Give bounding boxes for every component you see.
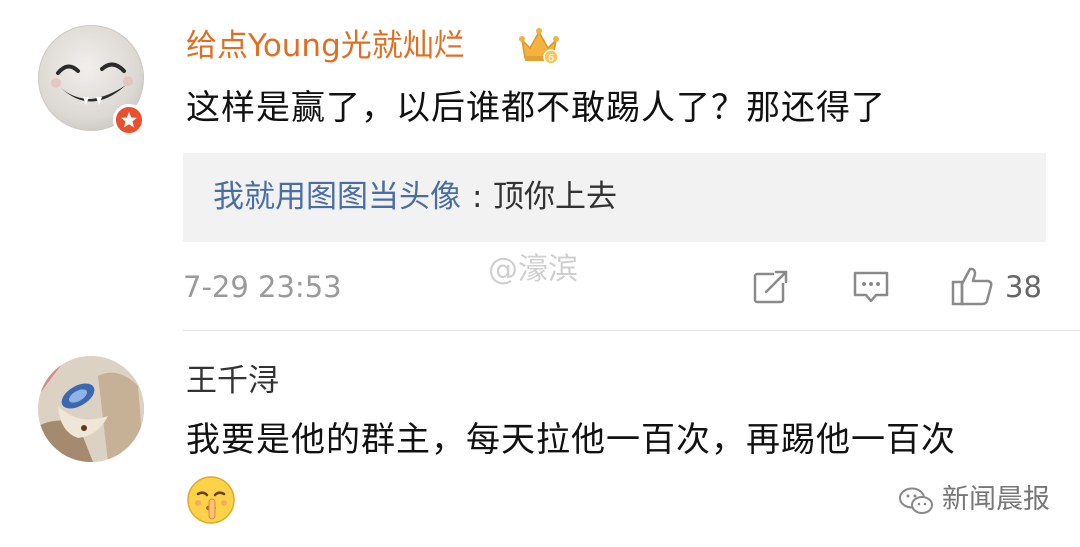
like-count: 38 <box>1005 270 1042 304</box>
comment-text: 这样是赢了，以后谁都不敢踢人了？那还得了 <box>186 88 886 128</box>
comment-timestamp: 7-29 23:53 <box>183 270 342 304</box>
reply-separator: : <box>472 179 483 215</box>
thumbs-up-icon[interactable] <box>951 265 995 311</box>
comment-icon[interactable] <box>852 268 890 310</box>
shush-emoji-icon <box>186 475 236 529</box>
center-watermark: @濠滨 <box>488 252 578 287</box>
comment-username[interactable]: 王千浔 <box>186 363 279 399</box>
share-icon[interactable] <box>752 268 790 310</box>
comment-text: 我要是他的群主，每天拉他一百次，再踢他一百次 <box>186 420 956 460</box>
avatar[interactable] <box>38 356 144 462</box>
verified-badge-icon <box>113 104 145 136</box>
reply-text: 顶你上去 <box>493 179 617 215</box>
svg-text:6: 6 <box>548 53 554 64</box>
comment-thread: 给点Young光就灿烂 6 这样是赢了，以后谁都不敢踢人了？那还得了 我就用图图… <box>0 0 1080 547</box>
comment-divider <box>183 330 1080 331</box>
reply-author[interactable]: 我就用图图当头像 <box>213 179 461 215</box>
avatar-photo-image <box>38 356 144 462</box>
wechat-icon <box>899 487 933 514</box>
footer-watermark-text: 新闻晨报 <box>942 484 1050 515</box>
comment-username[interactable]: 给点Young光就灿烂 <box>186 28 465 64</box>
crown-icon[interactable]: 6 <box>518 26 560 70</box>
reply-preview[interactable]: 我就用图图当头像 : 顶你上去 <box>183 153 1046 242</box>
